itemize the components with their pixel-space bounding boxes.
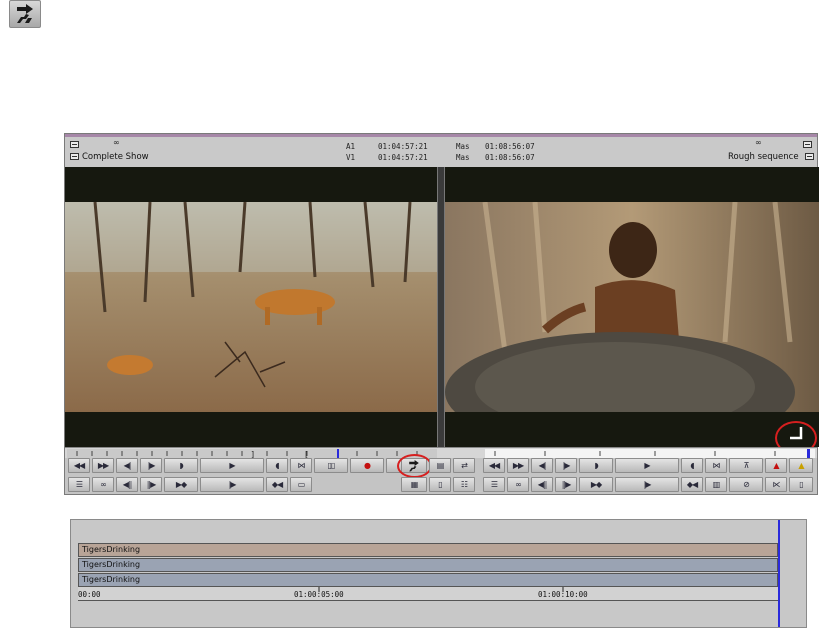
ruler-tc-mid: 01:00:05:00 (294, 590, 344, 599)
svg-text:[: [ (305, 450, 308, 458)
source-position-bar[interactable]: ] [ (67, 449, 437, 458)
record-mark-clip-button[interactable]: ⋈ (705, 458, 727, 473)
record-controls-row-2: ☰ ∞ ◀|| ||▶ ▶◆ |▶ ◆◀ ▥ ⊘ ⋉ ▯ (65, 477, 817, 494)
record-link-icon[interactable]: ∞ (755, 138, 762, 147)
record-trim-button[interactable]: ▥ (705, 477, 727, 492)
track-3-clip-label: TigersDrinking (82, 575, 141, 584)
timeline-track-3[interactable]: TigersDrinking (78, 573, 778, 587)
record-monitor[interactable] (445, 167, 819, 447)
record-menu-button[interactable]: ☰ (483, 477, 505, 492)
ruler-ticks (318, 587, 564, 592)
record-rewind-button[interactable]: ◀◀ (483, 458, 505, 473)
record-sequence-name[interactable]: Rough sequence (728, 152, 799, 162)
svg-text:]: ] (251, 450, 254, 458)
record-mark-in-button[interactable]: ◖ (681, 458, 703, 473)
record-fast-forward-button[interactable]: ▶▶ (507, 458, 529, 473)
record-mas-timecode-1[interactable]: 01:08:56:07 (485, 142, 535, 151)
record-step-back-button[interactable]: ◀| (531, 458, 553, 473)
source-clip-name[interactable]: Complete Show (82, 152, 149, 162)
source-link-icon[interactable]: ∞ (113, 138, 120, 147)
source-track-v-label: V1 (346, 153, 356, 162)
ruler-tc-start: 00:00 (78, 590, 101, 599)
record-video-frame (445, 202, 819, 412)
source-track-v-timecode[interactable]: 01:04:57:21 (378, 153, 428, 162)
extract-button[interactable]: ▲ (789, 458, 813, 473)
record-mas-label-2: Mas (456, 153, 470, 162)
ruler-tc-end: 01:00:10:00 (538, 590, 588, 599)
position-bar[interactable]: ] [ (65, 447, 817, 458)
source-menu-icon[interactable] (70, 141, 79, 148)
record-go-to-out-button[interactable]: ||▶ (555, 477, 577, 492)
no-entry-button[interactable]: ⊘ (729, 477, 763, 492)
segment-mode-icon[interactable] (9, 0, 41, 28)
record-mark-out-button[interactable]: ◗ (579, 458, 613, 473)
lift-button[interactable]: ▲ (765, 458, 787, 473)
track-2-clip-label: TigersDrinking (82, 560, 141, 569)
record-mas-timecode-2[interactable]: 01:08:56:07 (485, 153, 535, 162)
record-clip-icon[interactable] (805, 153, 814, 160)
timeline-track-1[interactable]: TigersDrinking (78, 543, 778, 557)
record-overwrite-button[interactable]: ⊼ (729, 458, 763, 473)
record-go-to-in-button[interactable]: ◀|| (531, 477, 553, 492)
source-clip-icon[interactable] (70, 153, 79, 160)
record-step-forward-button[interactable]: |▶ (555, 458, 577, 473)
record-splice-button[interactable]: ◆◀ (681, 477, 703, 492)
record-controls-row-1: ◀◀ ▶▶ ◀| |▶ ◗ ▶ ◖ ⋈ ⊼ ▲ ▲ (65, 458, 817, 475)
record-menu-icon[interactable] (803, 141, 812, 148)
timeline-track-2[interactable]: TigersDrinking (78, 558, 778, 572)
source-video-frame (65, 202, 437, 412)
source-monitor[interactable] (65, 167, 437, 447)
monitor-divider (437, 167, 445, 447)
record-position-bar[interactable] (485, 449, 815, 458)
composer-window: ∞ Complete Show A1 01:04:57:21 V1 01:04:… (64, 133, 819, 495)
timeline-position-indicator[interactable] (778, 520, 780, 627)
copy-button[interactable]: ▯ (789, 477, 813, 492)
record-link-button[interactable]: ∞ (507, 477, 529, 492)
record-go-to-end-button[interactable]: |▶ (615, 477, 679, 492)
record-mas-label-1: Mas (456, 142, 470, 151)
timeline-panel[interactable]: TigersDrinking TigersDrinking TigersDrin… (70, 519, 807, 628)
track-1-clip-label: TigersDrinking (82, 545, 141, 554)
add-edit-button[interactable]: ⋉ (765, 477, 787, 492)
record-play-in-out-button[interactable]: ▶◆ (579, 477, 613, 492)
play-record-button[interactable]: ▶ (615, 458, 679, 473)
source-track-a-label: A1 (346, 142, 356, 151)
source-track-a-timecode[interactable]: 01:04:57:21 (378, 142, 428, 151)
timecode-ruler[interactable]: 00:00 01:00:05:00 01:00:10:00 (78, 587, 778, 601)
monitor-area (65, 167, 819, 447)
composer-info-bar: ∞ Complete Show A1 01:04:57:21 V1 01:04:… (65, 137, 817, 167)
